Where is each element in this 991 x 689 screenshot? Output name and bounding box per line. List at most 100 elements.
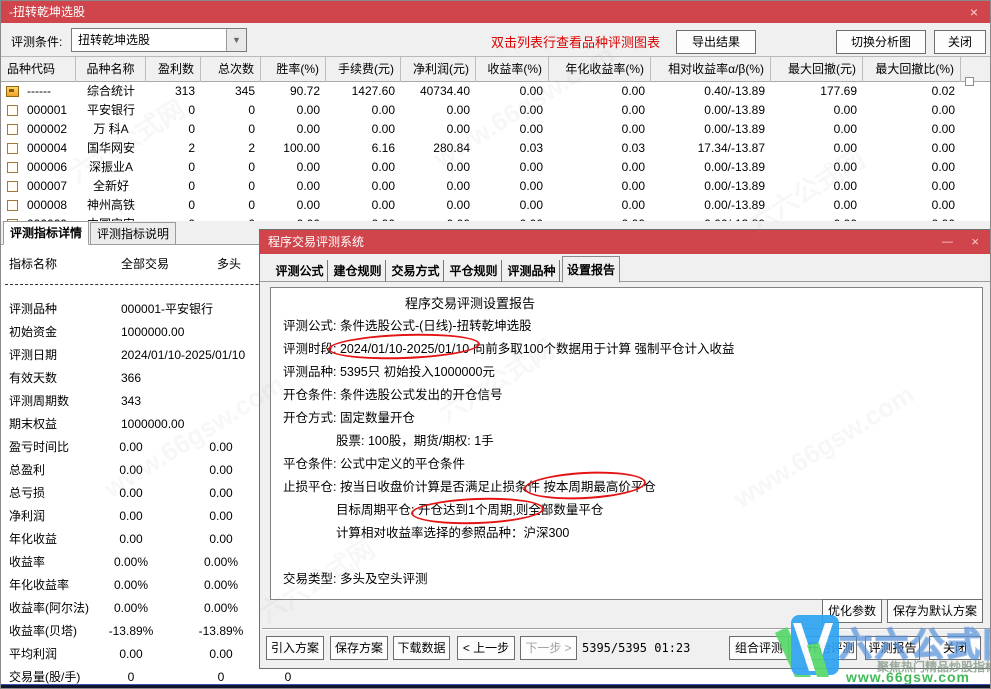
start-eval-button[interactable]: 开始评测 <box>804 636 857 660</box>
eval-report-button[interactable]: 评测报告 <box>865 636 920 660</box>
panel-col-long: 多头 <box>201 255 257 272</box>
table-row[interactable]: 000008神州高铁000.000.000.000.000.000.00/-13… <box>1 196 991 215</box>
import-plan-button[interactable]: 引入方案 <box>266 636 324 660</box>
indicator-label: 总盈利 <box>9 461 45 479</box>
tab-indicator-details[interactable]: 评测指标详情 <box>3 221 89 245</box>
table-cell: 000006 <box>21 158 76 177</box>
select-all-checkbox[interactable] <box>965 77 974 86</box>
row-checkbox[interactable] <box>7 181 18 192</box>
indicator-label: 年化收益 <box>9 530 57 548</box>
column-header[interactable]: 最大回撤比(%) <box>863 57 961 82</box>
table-cell: 0.00 <box>549 101 651 120</box>
column-header[interactable]: 手续费(元) <box>326 57 401 82</box>
dialog-tab-item[interactable]: 评测公式 <box>272 260 328 282</box>
column-header[interactable]: 胜率(%) <box>261 57 326 82</box>
table-cell: 万 科A <box>76 120 146 139</box>
table-cell: 平安银行 <box>76 101 146 120</box>
dialog-minimize-icon[interactable]: — <box>942 230 953 254</box>
dialog-close-icon[interactable]: × <box>971 230 979 254</box>
switch-analysis-chart-button[interactable]: 切换分析图 <box>836 30 926 54</box>
column-header[interactable]: 净利润(元) <box>401 57 476 82</box>
row-checkbox[interactable] <box>7 124 18 135</box>
column-header[interactable]: 最大回撤(元) <box>771 57 863 82</box>
toolbar: 评测条件: 扭转乾坤选股 ▼ 双击列表行查看品种评测图表 导出结果 切换分析图 … <box>1 23 991 57</box>
dialog-tabs: 评测公式建仓规则交易方式平仓规则评测品种设置报告 <box>260 256 991 282</box>
toolbar-close-button[interactable]: 关闭 <box>934 30 986 54</box>
column-header[interactable]: 收益率(%) <box>476 57 549 82</box>
table-row[interactable]: 000001平安银行000.000.000.000.000.000.00/-13… <box>1 101 991 120</box>
table-cell: 177.69 <box>771 82 863 101</box>
table-cell: 0.02 <box>863 82 961 101</box>
report-title: 程序交易评测设置报告 <box>271 292 982 315</box>
export-results-button[interactable]: 导出结果 <box>676 30 756 54</box>
indicator-value: 0.00 <box>96 530 166 548</box>
download-data-button[interactable]: 下载数据 <box>393 636 450 660</box>
condition-combobox[interactable]: 扭转乾坤选股 ▼ <box>71 28 247 52</box>
table-cell: 0.00 <box>863 158 961 177</box>
indicator-label: 期末权益 <box>9 415 57 433</box>
prev-step-button[interactable]: < 上一步 <box>457 636 515 660</box>
window-close-icon[interactable]: × <box>970 1 978 23</box>
table-cell: 0.00 <box>476 196 549 215</box>
dialog-tab-item[interactable]: 交易方式 <box>388 260 444 282</box>
dialog-tab-active[interactable]: 设置报告 <box>562 256 620 283</box>
column-header[interactable]: 品种名称 <box>76 57 146 82</box>
column-header[interactable]: 品种代码 <box>1 57 76 82</box>
indicator-value: 0.00 <box>96 461 166 479</box>
table-cell: 0.00 <box>401 177 476 196</box>
table-cell: 0.00 <box>326 177 401 196</box>
table-row[interactable]: 000002万 科A000.000.000.000.000.000.00/-13… <box>1 120 991 139</box>
table-row[interactable]: 000007全新好000.000.000.000.000.000.00/-13.… <box>1 177 991 196</box>
table-cell: 0.00 <box>401 196 476 215</box>
table-cell: 313 <box>146 82 201 101</box>
table-cell: 0.00 <box>326 101 401 120</box>
combo-eval-button[interactable]: 组合评测 <box>729 636 789 660</box>
dialog-tab-item[interactable]: 平仓规则 <box>446 260 502 282</box>
column-header[interactable]: 年化收益率(%) <box>549 57 651 82</box>
optimize-params-button[interactable]: 优化参数 <box>822 599 882 623</box>
dialog-titlebar: 程序交易评测系统 — × <box>260 230 991 254</box>
table-cell: 0.00/-13.89 <box>651 196 771 215</box>
row-checkbox[interactable] <box>7 105 18 116</box>
column-header[interactable]: 盈利数 <box>146 57 201 82</box>
table-row[interactable]: 000004国华网安22100.006.16280.840.030.0317.3… <box>1 139 991 158</box>
column-header[interactable]: 总次数 <box>201 57 261 82</box>
condition-label: 评测条件: <box>11 33 62 50</box>
table-row[interactable]: 000006深振业A000.000.000.000.000.000.00/-13… <box>1 158 991 177</box>
table-cell: 0.00 <box>476 158 549 177</box>
column-header[interactable]: 相对收益率α/β(%) <box>651 57 771 82</box>
indicator-value: 0.00 <box>186 438 256 456</box>
table-cell: 0.03 <box>549 139 651 158</box>
progress-text: 5395/5395 01:23 <box>582 641 690 655</box>
row-checkbox[interactable] <box>7 162 18 173</box>
save-as-default-button[interactable]: 保存为默认方案 <box>887 599 983 623</box>
row-checkbox[interactable] <box>7 143 18 154</box>
table-cell: 0.00 <box>261 120 326 139</box>
tab-indicator-notes[interactable]: 评测指标说明 <box>90 222 176 245</box>
dialog-close-button[interactable]: 关闭 <box>929 636 981 660</box>
chevron-down-icon[interactable]: ▼ <box>226 29 246 51</box>
indicator-value: 2024/01/10-2025/01/10 <box>121 346 245 364</box>
table-cell: 0.00 <box>261 101 326 120</box>
table-cell: 000008 <box>21 196 76 215</box>
main-titlebar: -扭转乾坤选股 × <box>1 1 991 23</box>
table-header-row: 品种代码品种名称盈利数总次数胜率(%)手续费(元)净利润(元)收益率(%)年化收… <box>1 57 991 82</box>
table-row[interactable]: ------综合统计31334590.721427.6040734.400.00… <box>1 82 991 101</box>
table-cell: 0.00 <box>326 158 401 177</box>
table-cell: 0.00 <box>476 82 549 101</box>
save-plan-button[interactable]: 保存方案 <box>330 636 388 660</box>
indicator-value: 0.00 <box>96 507 166 525</box>
report-line: 评测品种: 5395只 初始投入1000000元 <box>271 361 982 384</box>
report-line: 计算相对收益率选择的参照品种：沪深300 <box>271 522 982 545</box>
table-cell: 神州高铁 <box>76 196 146 215</box>
table-cell: 345 <box>201 82 261 101</box>
table-cell: 0.00 <box>549 158 651 177</box>
next-step-button[interactable]: 下一步 > <box>520 636 577 660</box>
dialog-tab-item[interactable]: 建仓规则 <box>330 260 386 282</box>
table-cell: 90.72 <box>261 82 326 101</box>
table-cell: 0 <box>146 196 201 215</box>
report-line: 开仓方式: 固定数量开仓 <box>271 407 982 430</box>
dialog-tab-item[interactable]: 评测品种 <box>504 260 560 282</box>
table-cell: 0 <box>146 120 201 139</box>
row-checkbox[interactable] <box>7 200 18 211</box>
